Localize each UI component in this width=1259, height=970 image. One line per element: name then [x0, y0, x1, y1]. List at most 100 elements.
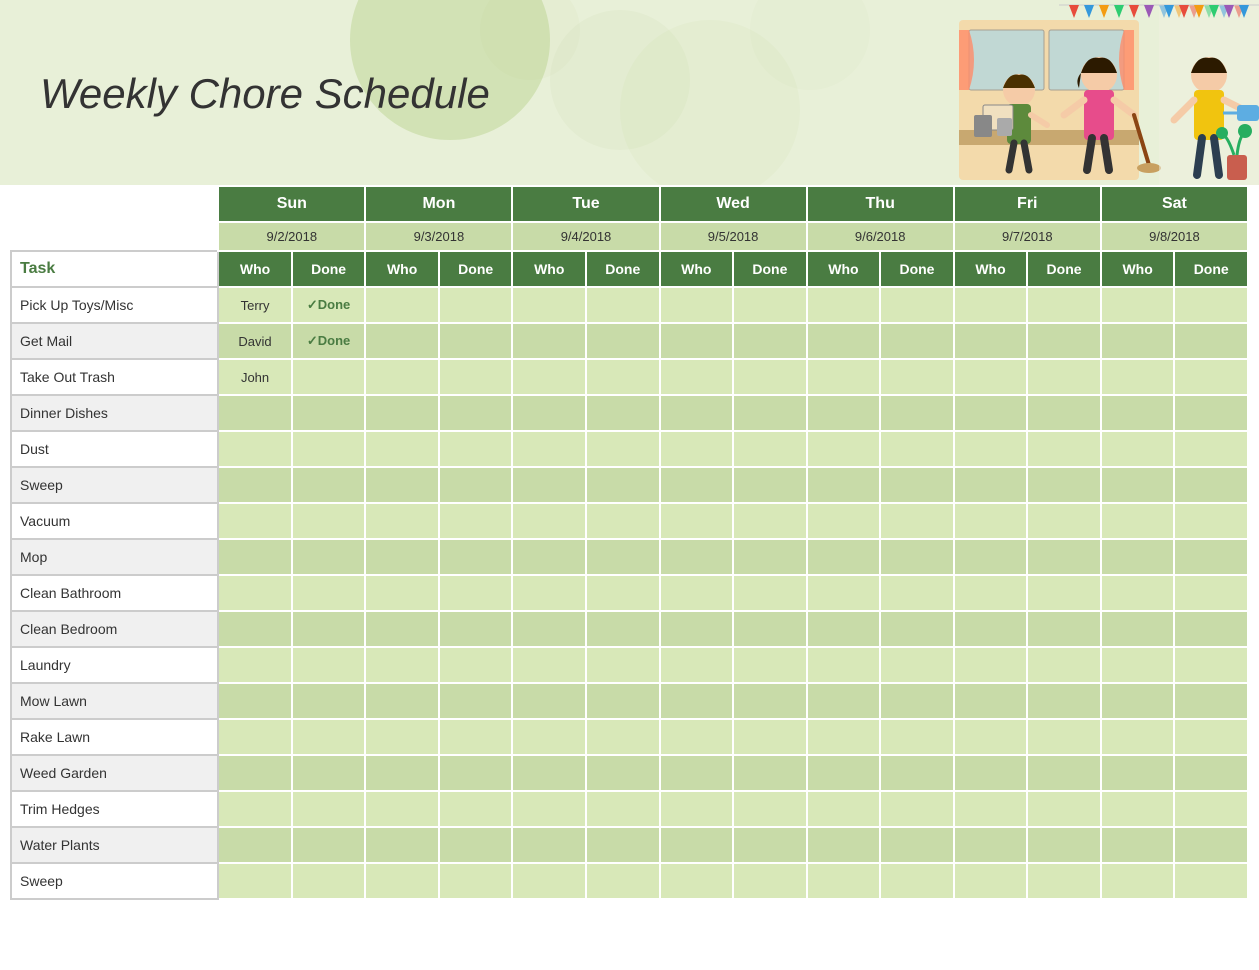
who-cell-tue[interactable] — [512, 683, 586, 719]
who-cell-sat[interactable] — [1101, 647, 1175, 683]
done-cell-tue[interactable] — [586, 395, 660, 431]
done-cell-thu[interactable] — [880, 323, 954, 359]
who-cell-thu[interactable] — [807, 611, 881, 647]
who-cell-fri[interactable] — [954, 467, 1028, 503]
who-cell-sat[interactable] — [1101, 683, 1175, 719]
done-cell-thu[interactable] — [880, 287, 954, 323]
done-cell-thu[interactable] — [880, 611, 954, 647]
done-cell-sat[interactable] — [1174, 467, 1248, 503]
who-cell-thu[interactable] — [807, 827, 881, 863]
who-cell-fri[interactable] — [954, 683, 1028, 719]
done-cell-sat[interactable] — [1174, 359, 1248, 395]
done-cell-fri[interactable] — [1027, 755, 1101, 791]
done-cell-wed[interactable] — [733, 827, 807, 863]
who-cell-sat[interactable] — [1101, 431, 1175, 467]
who-cell-sun[interactable] — [218, 683, 292, 719]
done-cell-sat[interactable] — [1174, 719, 1248, 755]
who-cell-mon[interactable] — [365, 683, 439, 719]
done-cell-wed[interactable] — [733, 359, 807, 395]
who-cell-mon[interactable] — [365, 755, 439, 791]
done-cell-mon[interactable] — [439, 683, 513, 719]
who-cell-sun[interactable] — [218, 791, 292, 827]
who-cell-tue[interactable] — [512, 719, 586, 755]
done-cell-tue[interactable] — [586, 611, 660, 647]
done-cell-mon[interactable] — [439, 431, 513, 467]
who-cell-mon[interactable] — [365, 467, 439, 503]
done-cell-thu[interactable] — [880, 863, 954, 899]
who-cell-mon[interactable] — [365, 503, 439, 539]
done-cell-mon[interactable] — [439, 647, 513, 683]
who-cell-sat[interactable] — [1101, 611, 1175, 647]
who-cell-thu[interactable] — [807, 503, 881, 539]
done-cell-wed[interactable] — [733, 647, 807, 683]
who-cell-sun[interactable] — [218, 755, 292, 791]
done-cell-sun[interactable]: ✓Done — [292, 287, 366, 323]
who-cell-tue[interactable] — [512, 287, 586, 323]
who-cell-wed[interactable] — [660, 719, 734, 755]
who-cell-wed[interactable] — [660, 323, 734, 359]
done-cell-wed[interactable] — [733, 719, 807, 755]
done-cell-mon[interactable] — [439, 719, 513, 755]
who-cell-fri[interactable] — [954, 287, 1028, 323]
done-cell-sun[interactable] — [292, 431, 366, 467]
who-cell-fri[interactable] — [954, 827, 1028, 863]
done-cell-sun[interactable] — [292, 755, 366, 791]
done-cell-wed[interactable] — [733, 539, 807, 575]
done-cell-wed[interactable] — [733, 611, 807, 647]
who-cell-tue[interactable] — [512, 395, 586, 431]
done-cell-fri[interactable] — [1027, 863, 1101, 899]
done-cell-mon[interactable] — [439, 503, 513, 539]
done-cell-wed[interactable] — [733, 431, 807, 467]
done-cell-tue[interactable] — [586, 755, 660, 791]
who-cell-thu[interactable] — [807, 647, 881, 683]
done-cell-fri[interactable] — [1027, 791, 1101, 827]
done-cell-fri[interactable] — [1027, 431, 1101, 467]
who-cell-wed[interactable] — [660, 359, 734, 395]
who-cell-fri[interactable] — [954, 359, 1028, 395]
done-cell-sat[interactable] — [1174, 287, 1248, 323]
who-cell-mon[interactable] — [365, 359, 439, 395]
done-cell-fri[interactable] — [1027, 647, 1101, 683]
done-cell-mon[interactable] — [439, 863, 513, 899]
who-cell-thu[interactable] — [807, 431, 881, 467]
who-cell-sun[interactable] — [218, 503, 292, 539]
who-cell-tue[interactable] — [512, 791, 586, 827]
done-cell-sat[interactable] — [1174, 791, 1248, 827]
who-cell-sun[interactable] — [218, 395, 292, 431]
who-cell-fri[interactable] — [954, 755, 1028, 791]
who-cell-sat[interactable] — [1101, 539, 1175, 575]
done-cell-mon[interactable] — [439, 827, 513, 863]
who-cell-wed[interactable] — [660, 467, 734, 503]
who-cell-sat[interactable] — [1101, 791, 1175, 827]
who-cell-wed[interactable] — [660, 503, 734, 539]
done-cell-fri[interactable] — [1027, 719, 1101, 755]
who-cell-fri[interactable] — [954, 719, 1028, 755]
done-cell-tue[interactable] — [586, 539, 660, 575]
done-cell-thu[interactable] — [880, 791, 954, 827]
who-cell-tue[interactable] — [512, 647, 586, 683]
done-cell-fri[interactable] — [1027, 539, 1101, 575]
done-cell-tue[interactable] — [586, 575, 660, 611]
done-cell-sun[interactable] — [292, 467, 366, 503]
done-cell-wed[interactable] — [733, 287, 807, 323]
who-cell-wed[interactable] — [660, 287, 734, 323]
done-cell-mon[interactable] — [439, 395, 513, 431]
who-cell-tue[interactable] — [512, 323, 586, 359]
done-cell-fri[interactable] — [1027, 359, 1101, 395]
who-cell-tue[interactable] — [512, 755, 586, 791]
done-cell-fri[interactable] — [1027, 611, 1101, 647]
done-cell-thu[interactable] — [880, 467, 954, 503]
done-cell-sun[interactable]: ✓Done — [292, 323, 366, 359]
done-cell-tue[interactable] — [586, 503, 660, 539]
done-cell-wed[interactable] — [733, 503, 807, 539]
done-cell-mon[interactable] — [439, 575, 513, 611]
who-cell-thu[interactable] — [807, 755, 881, 791]
who-cell-mon[interactable] — [365, 791, 439, 827]
who-cell-fri[interactable] — [954, 575, 1028, 611]
who-cell-thu[interactable] — [807, 863, 881, 899]
done-cell-thu[interactable] — [880, 683, 954, 719]
who-cell-sat[interactable] — [1101, 395, 1175, 431]
done-cell-thu[interactable] — [880, 503, 954, 539]
done-cell-wed[interactable] — [733, 683, 807, 719]
done-cell-sat[interactable] — [1174, 863, 1248, 899]
